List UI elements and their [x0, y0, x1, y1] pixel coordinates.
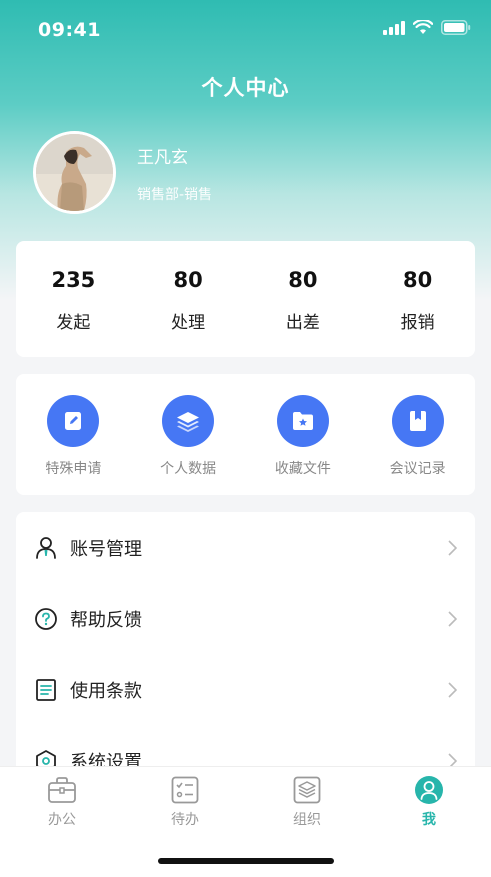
chevron-right-icon — [448, 611, 457, 627]
menu-item-terms[interactable]: 使用条款 — [16, 654, 475, 725]
status-time: 09:41 — [38, 19, 101, 41]
menu-item-help[interactable]: 帮助反馈 — [16, 583, 475, 654]
battery-icon — [441, 20, 471, 35]
stack-icon — [267, 775, 347, 805]
menu-item-label: 使用条款 — [70, 680, 142, 702]
quick-action-meeting-notes[interactable]: 会议记录 — [360, 374, 475, 495]
quick-actions-card: 特殊申请 个人数据 收藏文件 会议记录 — [16, 374, 475, 495]
profile-icon — [389, 775, 469, 805]
stat-label: 处理 — [171, 313, 206, 333]
chevron-right-icon — [448, 682, 457, 698]
help-icon — [34, 607, 58, 631]
signal-icon — [383, 20, 405, 35]
checklist-icon — [145, 775, 225, 805]
page-title: 个人中心 — [201, 76, 290, 100]
stat-value: 80 — [403, 268, 433, 292]
quick-action-special-request[interactable]: 特殊申请 — [16, 374, 131, 495]
tab-office[interactable]: 办公 — [22, 775, 102, 829]
quick-action-label: 收藏文件 — [274, 461, 331, 477]
quick-action-label: 会议记录 — [389, 461, 446, 477]
tab-todo[interactable]: 待办 — [145, 775, 225, 829]
stat-label: 报销 — [400, 313, 435, 333]
wifi-icon — [413, 20, 433, 34]
avatar[interactable] — [33, 131, 116, 214]
stat-label: 出差 — [285, 313, 320, 333]
quick-action-saved-files[interactable]: 收藏文件 — [246, 374, 361, 495]
edit-icon — [47, 395, 100, 447]
user-department: 销售部-销售 — [137, 187, 213, 203]
stat-label: 发起 — [56, 313, 91, 333]
quick-action-label: 特殊申请 — [45, 461, 102, 477]
chevron-right-icon — [448, 540, 457, 556]
layers-icon — [162, 395, 215, 447]
tab-label: 我 — [422, 812, 436, 828]
home-indicator[interactable] — [158, 858, 334, 864]
stats-card: 235 发起 80 处理 80 出差 80 报销 — [16, 241, 475, 357]
stat-reimbursement[interactable]: 80 报销 — [360, 241, 475, 357]
briefcase-icon — [22, 775, 102, 805]
menu-item-label: 账号管理 — [70, 538, 142, 560]
tab-label: 组织 — [293, 812, 321, 828]
document-icon — [34, 678, 58, 702]
tab-label: 待办 — [171, 812, 199, 828]
stat-initiated[interactable]: 235 发起 — [16, 241, 131, 357]
user-name: 王凡玄 — [137, 148, 188, 168]
tab-me[interactable]: 我 — [389, 775, 469, 829]
menu-item-label: 帮助反馈 — [70, 609, 142, 631]
status-icons — [383, 20, 471, 35]
menu-item-account[interactable]: 账号管理 — [16, 512, 475, 583]
stat-processed[interactable]: 80 处理 — [131, 241, 246, 357]
tab-label: 办公 — [48, 812, 76, 828]
quick-action-label: 个人数据 — [160, 461, 217, 477]
stat-value: 80 — [173, 268, 203, 292]
avatar-photo — [36, 134, 113, 211]
book-icon — [391, 395, 444, 447]
stat-business-trip[interactable]: 80 出差 — [246, 241, 361, 357]
status-bar: 09:41 — [0, 0, 491, 60]
folder-star-icon — [276, 395, 329, 447]
stat-value: 80 — [288, 268, 318, 292]
stat-value: 235 — [51, 268, 96, 292]
quick-action-personal-data[interactable]: 个人数据 — [131, 374, 246, 495]
user-icon — [34, 536, 58, 560]
tab-organization[interactable]: 组织 — [267, 775, 347, 829]
